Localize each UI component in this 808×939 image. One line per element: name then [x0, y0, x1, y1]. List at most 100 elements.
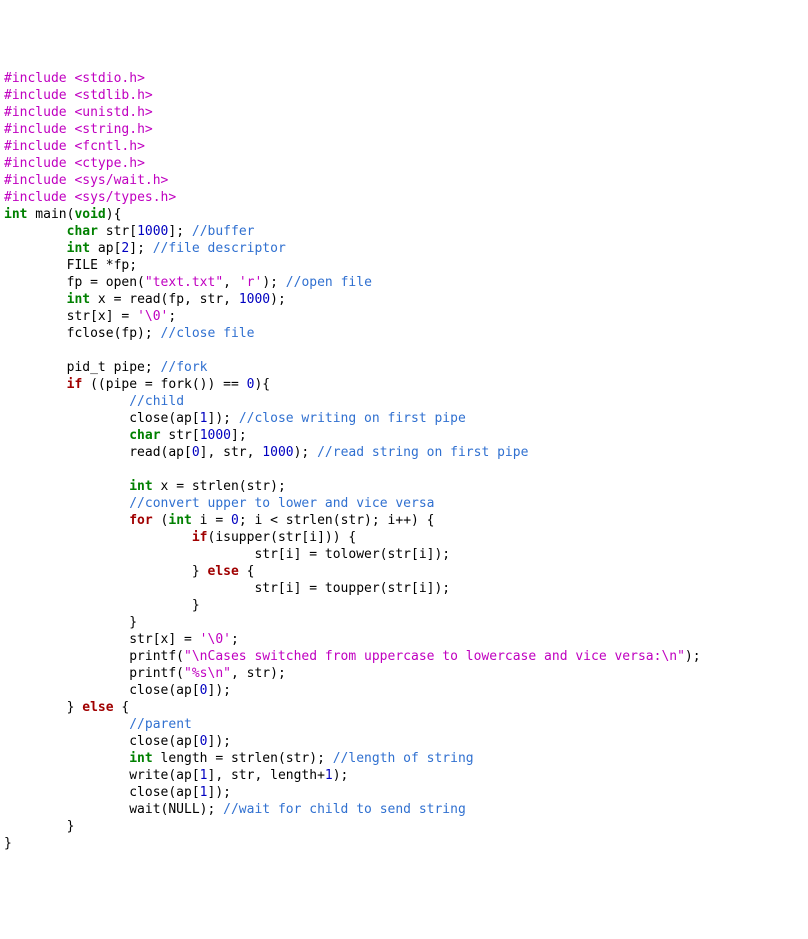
preproc-token: #include: [4, 156, 67, 171]
code-line: if(isupper(str[i])) {: [4, 529, 804, 546]
text-token: [4, 377, 67, 392]
code-line: #include <string.h>: [4, 121, 804, 138]
code-line: #include <sys/wait.h>: [4, 172, 804, 189]
code-line: pid_t pipe; //fork: [4, 359, 804, 376]
string-token: <ctype.h>: [74, 156, 144, 171]
string-token: <sys/types.h>: [74, 190, 176, 205]
keyword-token: char: [67, 224, 98, 239]
text-token: [4, 513, 129, 528]
text-token: ];: [129, 241, 152, 256]
comment-token: //close file: [161, 326, 255, 341]
text-token: close(ap[: [4, 785, 200, 800]
preproc-token: #include: [4, 139, 67, 154]
text-token: [4, 530, 192, 545]
text-token: ]);: [208, 683, 231, 698]
string-token: <stdio.h>: [74, 71, 144, 86]
text-token: main(: [27, 207, 74, 222]
comment-token: //convert upper to lower and vice versa: [129, 496, 434, 511]
code-line: char str[1000]; //buffer: [4, 223, 804, 240]
code-line: int x = strlen(str);: [4, 478, 804, 495]
keyword-token: void: [74, 207, 105, 222]
code-line: int length = strlen(str); //length of st…: [4, 750, 804, 767]
text-token: str[i] = toupper(str[i]);: [4, 581, 450, 596]
text-token: i =: [192, 513, 231, 528]
text-token: }: [4, 615, 137, 630]
code-line: #include <stdio.h>: [4, 70, 804, 87]
code-line: wait(NULL); //wait for child to send str…: [4, 801, 804, 818]
text-token: pid_t pipe;: [4, 360, 161, 375]
string-token: <string.h>: [74, 122, 152, 137]
string-token: <unistd.h>: [74, 105, 152, 120]
text-token: read(ap[: [4, 445, 192, 460]
code-line: int main(void){: [4, 206, 804, 223]
text-token: ,: [223, 275, 239, 290]
code-line: int ap[2]; //file descriptor: [4, 240, 804, 257]
code-line: [4, 342, 804, 359]
code-line: close(ap[1]);: [4, 784, 804, 801]
code-line: #include <fcntl.h>: [4, 138, 804, 155]
code-line: }: [4, 835, 804, 852]
text-token: ;: [231, 632, 239, 647]
comment-token: //buffer: [192, 224, 255, 239]
text-token: fclose(fp);: [4, 326, 161, 341]
code-line: } else {: [4, 563, 804, 580]
text-token: wait(NULL);: [4, 802, 223, 817]
code-line: }: [4, 597, 804, 614]
text-token: [4, 717, 129, 732]
keyword-token: int: [129, 751, 152, 766]
text-token: [4, 394, 129, 409]
code-line: #include <unistd.h>: [4, 104, 804, 121]
text-token: );: [294, 445, 317, 460]
comment-token: //close writing on first pipe: [239, 411, 466, 426]
comment-token: //open file: [286, 275, 372, 290]
keyword-token: char: [129, 428, 160, 443]
text-token: );: [262, 275, 285, 290]
text-token: str[: [98, 224, 137, 239]
text-token: [4, 428, 129, 443]
code-line: str[x] = '\0';: [4, 631, 804, 648]
keyword-token: int: [168, 513, 191, 528]
text-token: ], str, length+: [208, 768, 325, 783]
number-token: 1: [325, 768, 333, 783]
text-token: [4, 292, 67, 307]
code-line: write(ap[1], str, length+1);: [4, 767, 804, 784]
code-line: #include <sys/types.h>: [4, 189, 804, 206]
text-token: length = strlen(str);: [153, 751, 333, 766]
charlit-token: '\0': [200, 632, 231, 647]
text-token: ; i < strlen(str); i++) {: [239, 513, 435, 528]
text-token: str[x] =: [4, 309, 137, 324]
text-token: {: [114, 700, 130, 715]
text-token: ], str,: [200, 445, 263, 460]
text-token: str[x] =: [4, 632, 200, 647]
text-token: }: [4, 598, 200, 613]
code-line: char str[1000];: [4, 427, 804, 444]
code-block: #include <stdio.h>#include <stdlib.h>#in…: [4, 70, 804, 852]
code-line: str[i] = toupper(str[i]);: [4, 580, 804, 597]
comment-token: //parent: [129, 717, 192, 732]
code-line: printf("\nCases switched from uppercase …: [4, 648, 804, 665]
text-token: ){: [106, 207, 122, 222]
text-token: str[: [161, 428, 200, 443]
text-token: [4, 241, 67, 256]
text-token: x = strlen(str);: [153, 479, 286, 494]
text-token: close(ap[: [4, 411, 200, 426]
number-token: 1: [200, 785, 208, 800]
kwbold-token: for: [129, 513, 152, 528]
kwbold-token: if: [192, 530, 208, 545]
preproc-token: #include: [4, 173, 67, 188]
text-token: (isupper(str[i])) {: [208, 530, 357, 545]
code-line: int x = read(fp, str, 1000);: [4, 291, 804, 308]
preproc-token: #include: [4, 105, 67, 120]
code-line: str[x] = '\0';: [4, 308, 804, 325]
string-token: "%s\n": [184, 666, 231, 681]
kwbold-token: if: [67, 377, 83, 392]
text-token: [4, 751, 129, 766]
text-token: );: [685, 649, 701, 664]
text-token: (: [153, 513, 169, 528]
code-line: for (int i = 0; i < strlen(str); i++) {: [4, 512, 804, 529]
kwbold-token: else: [82, 700, 113, 715]
code-line: fp = open("text.txt", 'r'); //open file: [4, 274, 804, 291]
charlit-token: 'r': [239, 275, 262, 290]
text-token: x = read(fp, str,: [90, 292, 239, 307]
code-line: close(ap[0]);: [4, 733, 804, 750]
